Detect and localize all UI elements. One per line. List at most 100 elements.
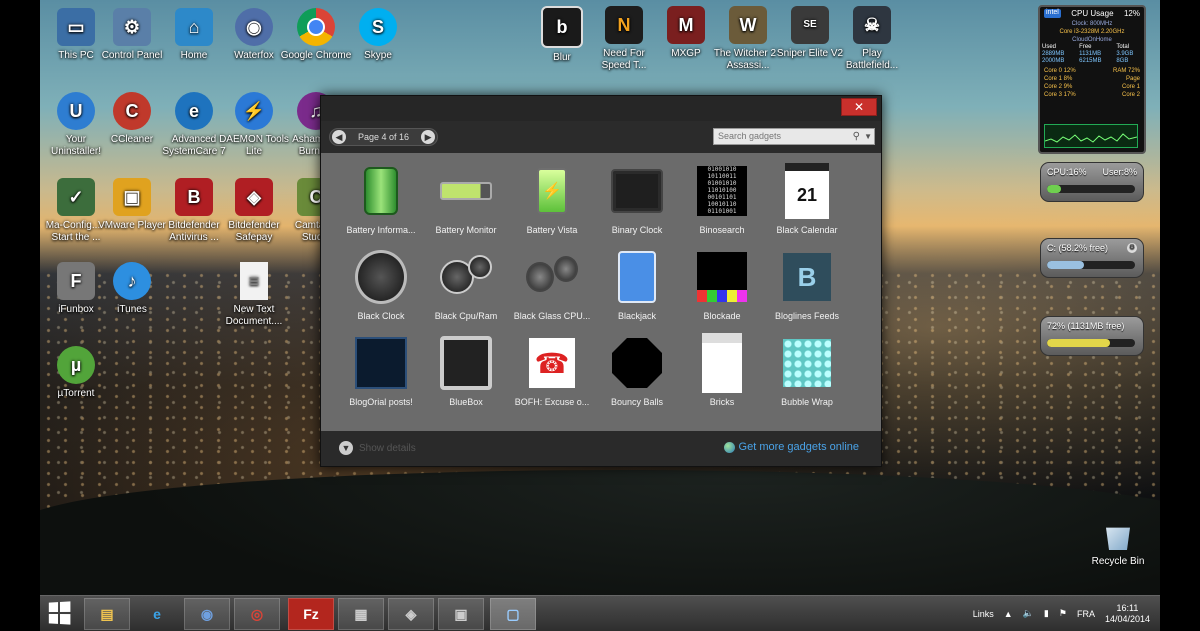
battery-info-icon [355, 165, 407, 217]
app-icon-1[interactable]: ▦ [338, 598, 384, 630]
search-icon[interactable]: ⚲ [853, 129, 860, 144]
gadget-item[interactable]: Black Cpu/Ram [423, 251, 509, 321]
gadget-item[interactable]: 01001010 10110011 01001010 11010100 00101101… [679, 165, 765, 235]
globe-icon [723, 441, 735, 453]
chrome-icon [297, 8, 335, 46]
volume-icon[interactable]: 🔈 [1023, 608, 1034, 619]
gadgets-icon[interactable]: ▢ [490, 598, 536, 630]
gadget-item[interactable]: Black Clock [338, 250, 424, 321]
gadget-item[interactable]: Binary Clock [594, 165, 680, 235]
chevron-down-icon: ▼ [339, 441, 353, 455]
gadget-item[interactable]: Black Glass CPU... [509, 251, 595, 321]
sniper-elite-icon: SE [791, 6, 829, 44]
show-details-toggle[interactable]: ▼ Show details [339, 441, 416, 455]
battlefield-icon: ☠ [853, 6, 891, 44]
links-toolbar[interactable]: Links [973, 609, 994, 619]
desktop-icon-new-text-document[interactable]: ≡ New Text Document.... [218, 262, 290, 328]
memory-table: Used Free Total 2889MB 1131MB 3.9GB 2000… [1042, 44, 1134, 64]
chevron-down-icon[interactable]: ▼ [864, 129, 872, 144]
filezilla-icon[interactable]: Fz [288, 598, 334, 630]
gadget-item[interactable]: BlogOrial posts! [338, 337, 424, 407]
ram-meter[interactable]: 72% (1131MB free) [1040, 316, 1144, 356]
more-link-label: Get more gadgets online [738, 441, 859, 453]
gadget-item[interactable]: Bouncy Balls [594, 337, 680, 407]
gadget-item[interactable]: Blockade [679, 251, 765, 321]
flag-icon[interactable]: ⚑ [1059, 608, 1067, 619]
battery-vista-icon: ⚡ [526, 165, 578, 217]
gadget-item[interactable]: B Bloglines Feeds [764, 251, 850, 321]
gadget-item[interactable]: ⚡ Battery Vista [509, 165, 595, 235]
systemcare-icon: e [175, 92, 213, 130]
tray-overflow-icon[interactable]: ▲ [1004, 609, 1013, 619]
black-glass-cpu-icon [526, 251, 578, 303]
desktop-icon-skype[interactable]: S Skype [342, 8, 414, 62]
nfs-icon: N [605, 6, 643, 44]
search-placeholder: Search gadgets [718, 131, 782, 141]
desktop-icon-label: New Text Document.... [225, 304, 283, 327]
bouncy-balls-icon [611, 337, 663, 389]
keyboard-language[interactable]: FRA [1077, 609, 1095, 619]
close-button[interactable]: ✕ [841, 98, 877, 116]
desktop-icon-recycle-bin[interactable]: Recycle Bin [1088, 522, 1148, 567]
taskbar: ▤ e ◉ ◎ Fz ▦ ◈ ▣ ▢ Links ▲ 🔈 ▮ ⚑ FRA 16:… [40, 595, 1160, 631]
desktop-icon-utorrent[interactable]: µ µTorrent [40, 346, 112, 400]
control-panel-icon: ⚙ [113, 8, 151, 46]
pc-icon: ▭ [57, 8, 95, 46]
uninstaller-icon: U [57, 92, 95, 130]
desktop-icon-label: µTorrent [57, 388, 95, 399]
gadget-grid: Battery Informa... Battery Monitor ⚡ Bat… [321, 153, 881, 431]
cpu-gadget-title: CPU Usage [1071, 9, 1114, 18]
bluebox-icon [440, 336, 492, 390]
home-icon: ⌂ [175, 8, 213, 46]
previous-page-icon[interactable]: ◀ [332, 130, 346, 144]
utorrent-icon: µ [57, 346, 95, 384]
battery-monitor-icon [440, 165, 492, 217]
gadget-item[interactable]: Battery Monitor [423, 165, 509, 235]
internet-explorer-icon[interactable]: e [134, 598, 180, 630]
app-icon-2[interactable]: ◈ [388, 598, 434, 630]
left-letterbox [0, 0, 40, 630]
gallery-footer: ▼ Show details Get more gadgets online [321, 431, 881, 466]
gadget-item[interactable]: Bricks [679, 333, 765, 407]
meter-fill [1047, 261, 1084, 269]
recycle-bin-label: Recycle Bin [1091, 556, 1145, 567]
cpu-usage-gadget[interactable]: intel CPU Usage 12% Clock: 800MHz Core i… [1038, 5, 1146, 154]
get-more-gadgets-link[interactable]: Get more gadgets online [723, 441, 859, 453]
hill-silhouette [40, 470, 1160, 595]
blockade-icon [696, 251, 748, 303]
app-icon-3[interactable]: ▣ [438, 598, 484, 630]
witcher-icon: W [729, 6, 767, 44]
desktop-icon-label: Play Battlefield... [845, 48, 899, 71]
page-navigator: ◀ Page 4 of 16 ▶ [329, 128, 439, 146]
disk-meter[interactable]: C: (58.2% free) ⚙ [1040, 238, 1144, 278]
cpu-user-meter[interactable]: CPU:16% User:8% [1040, 162, 1144, 202]
search-gadgets-input[interactable]: Search gadgets ⚲ ▼ [713, 128, 875, 145]
start-button[interactable] [48, 601, 71, 625]
waterfox-icon[interactable]: ◉ [184, 598, 230, 630]
cpu-clock: Clock: 800MHz [1071, 21, 1113, 27]
chrome-icon[interactable]: ◎ [234, 598, 280, 630]
gadget-item[interactable]: 21 Black Calendar [764, 163, 850, 235]
text-document-icon: ≡ [240, 262, 268, 300]
window-titlebar[interactable] [321, 96, 881, 121]
desktop-icon-itunes[interactable]: ♪ iTunes [96, 262, 168, 316]
desktop-icon-battlefield[interactable]: ☠ Play Battlefield... [836, 6, 908, 72]
file-explorer-icon[interactable]: ▤ [84, 598, 130, 630]
gadget-item[interactable]: Bubble Wrap [764, 337, 850, 407]
gadget-item[interactable]: ☎ BOFH: Excuse o... [509, 337, 595, 407]
mxgp-icon: M [667, 6, 705, 44]
next-page-icon[interactable]: ▶ [421, 130, 436, 144]
black-calendar-icon: 21 [781, 163, 833, 219]
meter-fill [1047, 185, 1062, 193]
clock[interactable]: 16:11 14/04/2014 [1105, 603, 1150, 625]
gadget-gallery-window: ✕ ◀ Page 4 of 16 ▶ Search gadgets ⚲ ▼ Ba… [320, 95, 882, 467]
binary-clock-icon [611, 165, 663, 217]
gadget-item[interactable]: Battery Informa... [338, 165, 424, 235]
safepay-icon: ◈ [235, 178, 273, 216]
itunes-icon: ♪ [113, 262, 151, 300]
gadget-item[interactable]: Blackjack [594, 251, 680, 321]
settings-icon[interactable]: ⚙ [1127, 243, 1137, 253]
bubble-wrap-icon [781, 337, 833, 389]
network-icon[interactable]: ▮ [1044, 608, 1049, 619]
gadget-item[interactable]: BlueBox [423, 336, 509, 407]
